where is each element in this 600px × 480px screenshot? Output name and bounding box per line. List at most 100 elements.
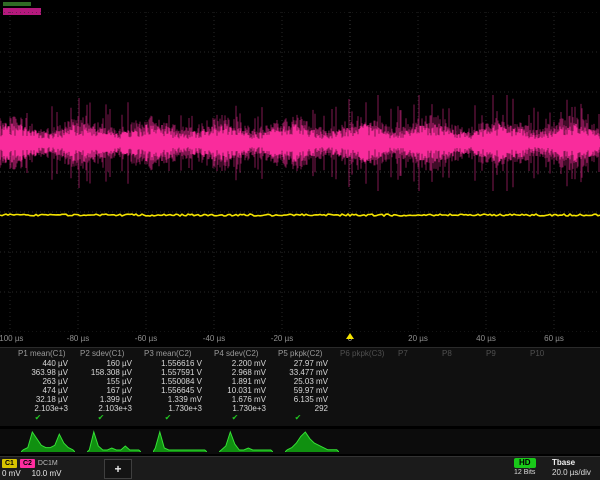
measurement-value: 2.200 mV [212,359,276,368]
spacer [0,377,16,386]
measurement-value: 1.730e+3 [212,404,276,413]
measurement-header-p8[interactable]: P8 [440,348,484,359]
status-check-icon: ✔ [78,413,142,422]
measurement-value: 263 µV [16,377,78,386]
measurement-row-num: 2.103e+32.103e+31.730e+31.730e+3292 [0,404,600,413]
histicon-p3[interactable] [153,430,207,452]
measurement-value: 1.339 mV [142,395,212,404]
timebase-descriptor[interactable]: Tbase 20.0 µs/div [552,458,600,480]
empty-cell [338,377,396,386]
histicon-p2[interactable] [87,430,141,452]
empty-cell [396,368,440,377]
measurement-header-p6[interactable]: P6 pkpk(C3) [338,348,396,359]
measurement-value: 33.477 mV [276,368,338,377]
measurement-value: 1.891 mV [212,377,276,386]
measurement-value: 158.308 µV [78,368,142,377]
spacer [0,359,16,368]
time-axis-label: -60 µs [135,334,157,343]
measurement-value: 6.135 mV [276,395,338,404]
measurement-value: 1.557591 V [142,368,212,377]
status-check-icon: ✔ [142,413,212,422]
trigger-time-marker[interactable] [346,333,354,339]
spacer [0,348,16,359]
channel-descriptors[interactable]: C1 C2 DC1M 0 mV 10.0 mV [2,458,98,479]
spacer [0,395,16,404]
histicon-p5[interactable] [285,430,339,452]
empty-cell [338,386,396,395]
measurement-value: 160 µV [78,359,142,368]
empty-cell [396,413,440,422]
measurement-header-p4[interactable]: P4 sdev(C2) [212,348,276,359]
empty-cell [528,377,572,386]
status-check-icon: ✔ [212,413,276,422]
histicon-p1[interactable] [21,430,75,452]
channel1-tag[interactable]: C1 [2,459,17,468]
time-axis-label: 40 µs [476,334,496,343]
time-axis-label: -40 µs [203,334,225,343]
empty-cell [528,404,572,413]
measurement-value: 1.556616 V [142,359,212,368]
measurement-value: 1.550084 V [142,377,212,386]
measurement-header-p10[interactable]: P10 [528,348,572,359]
channel1-offset: 0 mV [2,469,21,478]
hd-mode-badge: HD 12 Bits [514,458,550,480]
hd-label: HD [514,458,536,468]
timebase-value: 20.0 µs/div [552,468,600,478]
empty-cell [396,359,440,368]
histicon-p4[interactable] [219,430,273,452]
empty-cell [338,359,396,368]
empty-cell [440,395,484,404]
measurement-value: 2.968 mV [212,368,276,377]
cursor-position-button[interactable]: + [104,459,132,479]
measurement-value: 27.97 mV [276,359,338,368]
status-indicator [3,2,31,6]
channel2-tag[interactable]: C2 [20,459,35,468]
measurement-value: 1.676 mV [212,395,276,404]
time-axis-label: 60 µs [544,334,564,343]
empty-cell [338,395,396,404]
timebase-label: Tbase [552,458,600,468]
measurement-row-mean: 363.98 µV158.308 µV1.557591 V2.968 mV33.… [0,368,600,377]
time-axis-label: -80 µs [67,334,89,343]
empty-cell [440,368,484,377]
measurement-value: 1.730e+3 [142,404,212,413]
measurement-header-p9[interactable]: P9 [484,348,528,359]
empty-cell [396,404,440,413]
measurement-row-value: 440 µV160 µV1.556616 V2.200 mV27.97 mV [0,359,600,368]
waveform-display [0,12,600,332]
measurement-value: 10.031 mV [212,386,276,395]
empty-cell [396,377,440,386]
time-axis-label: 20 µs [408,334,428,343]
measurement-value: 440 µV [16,359,78,368]
measurement-header-p3[interactable]: P3 mean(C2) [142,348,212,359]
measurement-value: 2.103e+3 [78,404,142,413]
measurement-value: 155 µV [78,377,142,386]
empty-cell [484,413,528,422]
measurement-value: 474 µV [16,386,78,395]
empty-cell [484,404,528,413]
measurement-value: 363.98 µV [16,368,78,377]
measurement-value: 1.399 µV [78,395,142,404]
empty-cell [338,413,396,422]
empty-cell [484,359,528,368]
empty-cell [440,359,484,368]
spacer [0,386,16,395]
status-check-icon: ✔ [16,413,78,422]
bottom-bar: C1 C2 DC1M 0 mV 10.0 mV + HD 12 Bits Tba… [0,456,600,480]
measurement-row-status: ✔✔✔✔✔ [0,413,600,422]
hd-bits-label: 12 Bits [514,469,535,476]
measurement-header-p5[interactable]: P5 pkpk(C2) [276,348,338,359]
measurement-value: 292 [276,404,338,413]
measurement-value: 2.103e+3 [16,404,78,413]
measurement-value: 1.556645 V [142,386,212,395]
measurement-header-p1[interactable]: P1 mean(C1) [16,348,78,359]
empty-cell [440,413,484,422]
channel1-vdiv: 10.0 mV [32,469,62,478]
empty-cell [528,359,572,368]
measurement-header-p2[interactable]: P2 sdev(C1) [78,348,142,359]
empty-cell [440,386,484,395]
measurement-header-p7[interactable]: P7 [396,348,440,359]
empty-cell [528,386,572,395]
empty-cell [484,386,528,395]
measurement-value: 32.18 µV [16,395,78,404]
